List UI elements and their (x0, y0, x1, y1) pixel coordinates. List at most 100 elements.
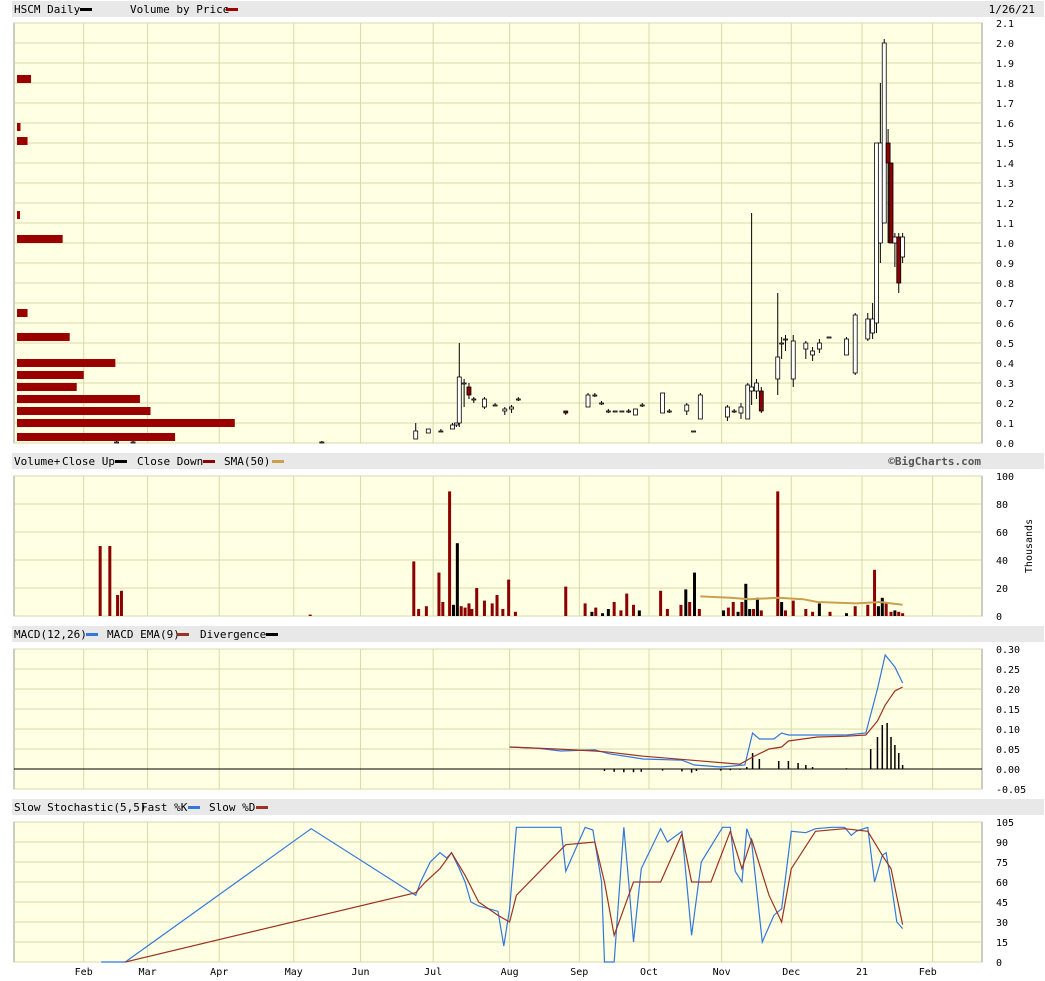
candle-body (619, 410, 625, 413)
volume-bar (866, 604, 870, 616)
stoch-panel (13, 821, 983, 963)
candle-body (639, 404, 645, 407)
volume-by-price-bar (17, 333, 70, 341)
price-tick-label: 1.8 (996, 79, 1014, 90)
volume-tick-label: 0 (996, 612, 1002, 623)
volume-bar (470, 609, 474, 616)
fast-k-label: Fast %K (141, 801, 188, 814)
candle-body (612, 410, 618, 413)
candle-body (758, 390, 764, 412)
volume-bar (637, 610, 641, 616)
price-tick-label: 1.3 (996, 179, 1014, 190)
volume-tick-label: 20 (996, 584, 1008, 595)
candle-body (881, 42, 887, 224)
candle-body (456, 376, 462, 424)
volume-by-price-bar (17, 123, 21, 131)
volume-bar (817, 603, 821, 616)
volume-bar (752, 609, 756, 616)
candle-body (471, 398, 477, 401)
candle-body (502, 408, 508, 412)
x-axis-label: Apr (210, 967, 228, 978)
volume-bar (880, 597, 884, 616)
x-axis-label: Feb (919, 967, 937, 978)
volume-by-price-bar (17, 359, 116, 367)
volume-bar (467, 603, 471, 616)
candle-body (438, 430, 444, 433)
candle-body (810, 350, 815, 356)
x-axis-label: Oct (640, 967, 658, 978)
volume-bar (659, 590, 663, 616)
sma-label: SMA(50) (224, 455, 270, 468)
candle-body (738, 406, 744, 414)
volume-bar (804, 609, 808, 616)
volume-bar (448, 491, 452, 616)
volume-bar (475, 588, 479, 616)
close-up-label: Close Up (62, 455, 115, 468)
divergence-swatch (266, 633, 278, 636)
macd-panel (13, 648, 983, 790)
volume-bar (901, 613, 905, 616)
close-down-swatch (203, 460, 215, 463)
macd-ema-label: MACD EMA(9) (107, 628, 180, 641)
x-axis-label: Aug (501, 967, 519, 978)
candle-body (461, 382, 467, 385)
candle-body (626, 410, 632, 413)
candle-body (585, 394, 591, 408)
volume-bar (583, 603, 587, 616)
candle-body (874, 142, 879, 324)
candle-body (754, 382, 759, 392)
volume-by-price-bar (17, 407, 151, 415)
volume-bar (780, 602, 784, 616)
price-tick-label: 1.4 (996, 159, 1014, 170)
volume-bar (441, 602, 445, 616)
candle-body (745, 384, 751, 420)
macd-tick-label: 0.30 (996, 645, 1020, 656)
price-date-label: 1/26/21 (989, 3, 1035, 16)
volume-bar (625, 593, 629, 616)
volume-bar (501, 609, 505, 616)
stoch-tick-label: 75 (996, 858, 1008, 869)
close-up-swatch (115, 460, 127, 463)
candle-body (775, 356, 781, 380)
volume-bar (98, 546, 102, 616)
volume-bar (601, 613, 605, 616)
price-tick-label: 0.1 (996, 419, 1014, 430)
volume-bar (590, 611, 594, 616)
volume-by-price-bar (17, 309, 28, 317)
macd-tick-label: 0.00 (996, 765, 1020, 776)
price-tick-label: 1.1 (996, 219, 1014, 230)
volume-bar (791, 600, 795, 616)
price-tick-label: 1.5 (996, 139, 1014, 150)
candle-body (731, 410, 737, 413)
volume-bar (482, 600, 486, 616)
volume-bar (893, 610, 897, 616)
candle-body (896, 236, 902, 284)
volume-bar (697, 609, 701, 616)
volume-by-price-bar (17, 235, 63, 243)
x-axis-label: Mar (139, 967, 157, 978)
volume-bar (116, 595, 120, 616)
candle-body (888, 162, 894, 244)
volume-bar (619, 610, 623, 616)
stoch-tick-label: 15 (996, 938, 1008, 949)
candle-body (319, 441, 325, 444)
candle-body (865, 318, 871, 340)
volume-by-price-bar (17, 75, 32, 83)
price-tick-label: 0.9 (996, 259, 1014, 270)
price-tick-label: 1.7 (996, 99, 1014, 110)
bigcharts-page: HSCM Daily Volume by Price 1/26/21 Volum… (0, 0, 1045, 981)
candle-body (130, 441, 136, 444)
volume-bar (459, 606, 463, 616)
candle-body (691, 430, 696, 433)
candle-body (605, 410, 611, 413)
macd-tick-label: 0.10 (996, 725, 1020, 736)
volume-bar (726, 607, 730, 616)
macd-tick-label: 0.05 (996, 745, 1020, 756)
candle-body (749, 386, 755, 392)
divergence-label: Divergence (200, 628, 266, 641)
macd-label: MACD(12,26) (14, 628, 87, 641)
volume-by-price-bar (17, 211, 20, 219)
volume-bar (490, 603, 494, 616)
volume-bar (564, 586, 568, 616)
candle-body (870, 318, 876, 334)
